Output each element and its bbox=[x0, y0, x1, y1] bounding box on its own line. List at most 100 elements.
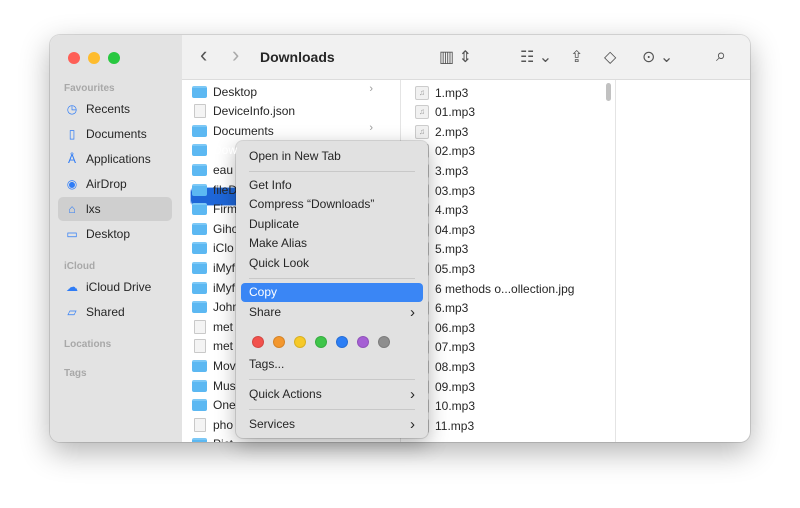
list-item[interactable]: iClo bbox=[192, 239, 234, 258]
list-item[interactable]: fileD bbox=[192, 180, 237, 199]
item-name: 06.mp3 bbox=[435, 320, 476, 335]
document-icon bbox=[194, 319, 206, 334]
item-name: DeviceInfo.json bbox=[213, 104, 296, 119]
context-menu: Open in New Tab Get Info Compress “Downloa… bbox=[236, 141, 428, 438]
menu-item-copy[interactable]: Copy bbox=[241, 283, 423, 302]
folder-icon bbox=[192, 124, 207, 137]
menu-item-make-alias[interactable]: Make Alias bbox=[241, 234, 423, 253]
shared-folder-icon: ▱ bbox=[67, 305, 77, 319]
menu-item-duplicate[interactable]: Duplicate bbox=[241, 215, 423, 234]
more-actions-button[interactable]: ⊙ ⌄ bbox=[642, 47, 673, 67]
list-item[interactable]: iMyf bbox=[192, 258, 235, 277]
close-button[interactable] bbox=[68, 52, 80, 64]
view-mode-button[interactable]: ▥ ⇕ bbox=[439, 47, 472, 67]
menu-item-quick-actions[interactable]: Quick Actions › bbox=[241, 385, 423, 404]
tag-color-dot[interactable] bbox=[357, 336, 369, 348]
menu-item-open-in-new-tab[interactable]: Open in New Tab bbox=[241, 147, 423, 166]
item-name: iMyf bbox=[213, 280, 235, 295]
tag-color-dot[interactable] bbox=[315, 336, 327, 348]
list-item[interactable]: Giho bbox=[192, 219, 238, 238]
item-name: 6.mp3 bbox=[435, 301, 469, 316]
column-empty bbox=[615, 80, 750, 442]
list-item[interactable]: Dow bbox=[192, 141, 237, 160]
folder-icon bbox=[192, 85, 207, 98]
list-item[interactable]: eau bbox=[192, 160, 233, 179]
sidebar-item-documents[interactable]: ▯ Documents bbox=[58, 122, 172, 146]
tag-color-dot[interactable] bbox=[378, 336, 390, 348]
list-item[interactable]: ♫ 01.mp3 bbox=[415, 103, 475, 122]
list-item[interactable]: pho bbox=[192, 415, 233, 434]
sidebar-item-desktop[interactable]: ▭ Desktop bbox=[58, 222, 172, 246]
audio-file-icon: ♫ bbox=[415, 124, 429, 139]
list-item[interactable]: iMyf bbox=[192, 278, 235, 297]
item-name: Firm bbox=[213, 202, 237, 217]
folder-icon bbox=[192, 261, 207, 274]
tag-color-dot[interactable] bbox=[294, 336, 306, 348]
menu-item-label: Share bbox=[249, 305, 282, 319]
item-name: Pict bbox=[213, 437, 233, 442]
list-item[interactable]: John bbox=[192, 298, 239, 317]
menu-item-get-info[interactable]: Get Info bbox=[241, 176, 423, 195]
list-item[interactable]: Documents bbox=[192, 121, 274, 140]
list-item[interactable]: One bbox=[192, 396, 236, 415]
menu-separator bbox=[249, 171, 415, 172]
group-button[interactable]: ☷ ⌄ bbox=[520, 47, 552, 67]
menu-item-tags[interactable]: Tags... bbox=[241, 355, 423, 374]
share-button[interactable]: ⇪ bbox=[570, 47, 583, 67]
item-name: 11.mp3 bbox=[435, 418, 475, 433]
list-item[interactable]: ♫ 1.mp3 bbox=[415, 83, 468, 102]
scrollbar[interactable] bbox=[606, 83, 611, 101]
sidebar-item-label: Desktop bbox=[86, 227, 131, 241]
folder-icon bbox=[192, 379, 207, 392]
menu-item-label: Compress “Downloads” bbox=[249, 197, 375, 211]
cloud-icon: ☁ bbox=[66, 280, 78, 294]
item-name: Mus bbox=[213, 378, 236, 393]
tag-color-dot[interactable] bbox=[273, 336, 285, 348]
airdrop-icon: ◉ bbox=[66, 177, 78, 191]
item-name: 09.mp3 bbox=[435, 379, 476, 394]
menu-item-compress-downloads[interactable]: Compress “Downloads” bbox=[241, 195, 423, 214]
menu-item-services[interactable]: Services › bbox=[241, 415, 423, 434]
menu-item-label: Quick Look bbox=[249, 256, 310, 270]
sidebar-item-icloud-drive[interactable]: ☁ iCloud Drive bbox=[58, 275, 172, 299]
sidebar-item-lxs[interactable]: ⌂ lxs bbox=[58, 197, 172, 221]
back-button[interactable]: ‹ bbox=[200, 42, 207, 68]
list-item[interactable]: 6 methods o...ollection.jpg bbox=[415, 279, 574, 298]
list-item[interactable]: Mus bbox=[192, 376, 236, 395]
desktop-icon: ▭ bbox=[66, 227, 78, 241]
home-icon: ⌂ bbox=[68, 202, 76, 216]
item-name: Dow bbox=[213, 143, 238, 158]
zoom-button[interactable] bbox=[108, 52, 120, 64]
list-item[interactable]: met bbox=[192, 337, 233, 356]
sidebar-item-shared[interactable]: ▱ Shared bbox=[58, 300, 172, 324]
sidebar-item-label: AirDrop bbox=[86, 177, 127, 191]
sidebar-item-recents[interactable]: ◷ Recents bbox=[58, 97, 172, 121]
item-name: 1.mp3 bbox=[435, 85, 469, 100]
menu-item-label: Make Alias bbox=[249, 236, 308, 250]
list-item[interactable]: DeviceInfo.json bbox=[192, 102, 295, 121]
applications-icon: Å bbox=[67, 152, 76, 166]
list-item[interactable]: Desktop bbox=[192, 82, 257, 101]
list-item[interactable]: Firm bbox=[192, 200, 237, 219]
menu-item-share[interactable]: Share › bbox=[241, 303, 423, 322]
tag-button[interactable]: ◇ bbox=[604, 47, 616, 67]
list-item[interactable]: Mov bbox=[192, 356, 236, 375]
chevron-right-icon: › bbox=[410, 386, 415, 403]
sidebar-item-airdrop[interactable]: ◉ AirDrop bbox=[58, 172, 172, 196]
tag-color-dot[interactable] bbox=[336, 336, 348, 348]
sidebar-item-label: Recents bbox=[86, 102, 131, 116]
list-item[interactable]: Pict bbox=[192, 435, 233, 442]
document-icon bbox=[194, 104, 206, 119]
list-item[interactable]: met bbox=[192, 317, 233, 336]
item-name: 08.mp3 bbox=[435, 359, 476, 374]
toolbar: ‹ › Downloads ▥ ⇕ ☷ ⌄ ⇪ ◇ ⊙ ⌄ ⌕ bbox=[182, 35, 750, 80]
minimize-button[interactable] bbox=[88, 52, 100, 64]
tag-color-dot[interactable] bbox=[252, 336, 264, 348]
menu-item-quick-look[interactable]: Quick Look bbox=[241, 254, 423, 273]
search-button[interactable]: ⌕ bbox=[716, 45, 726, 66]
forward-button[interactable]: › bbox=[232, 42, 239, 68]
audio-file-icon: ♫ bbox=[415, 105, 429, 120]
sidebar-item-applications[interactable]: Å Applications bbox=[58, 147, 172, 171]
list-item[interactable]: ♫ 2.mp3 bbox=[415, 122, 468, 141]
item-name: Desktop bbox=[213, 84, 258, 99]
